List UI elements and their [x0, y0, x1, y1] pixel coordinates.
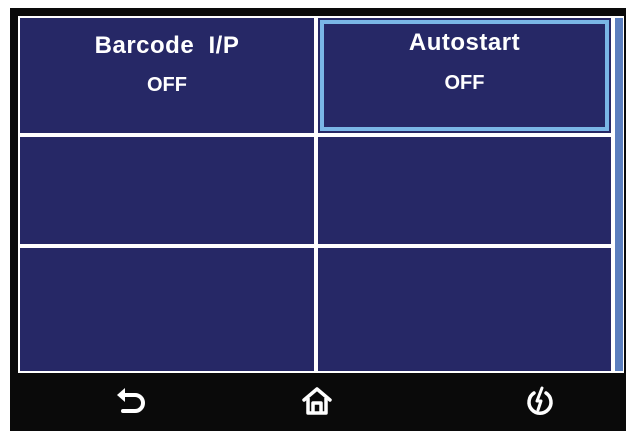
empty-cell-row2-right[interactable] — [318, 137, 611, 244]
home-icon[interactable] — [297, 381, 337, 421]
settings-grid: Barcode I/P OFF Autostart OFF — [18, 16, 618, 373]
device-screen: Barcode I/P OFF Autostart OFF — [10, 8, 626, 431]
scrollbar-thumb[interactable] — [615, 18, 623, 371]
bottom-nav-bar — [10, 373, 626, 431]
barcode-input-cell[interactable]: Barcode I/P OFF — [20, 18, 314, 133]
barcode-input-value: OFF — [147, 74, 187, 96]
autostart-cell[interactable]: Autostart OFF — [318, 18, 611, 133]
empty-cell-row3-right[interactable] — [318, 248, 611, 371]
empty-cell-row2-left[interactable] — [20, 137, 314, 244]
power-icon[interactable] — [520, 381, 560, 421]
autostart-label: Autostart — [408, 29, 521, 56]
barcode-input-label: Barcode I/P — [94, 32, 240, 59]
autostart-value: OFF — [444, 72, 485, 94]
scrollbar[interactable] — [613, 16, 624, 373]
back-icon[interactable] — [111, 381, 151, 421]
empty-cell-row3-left[interactable] — [20, 248, 314, 371]
